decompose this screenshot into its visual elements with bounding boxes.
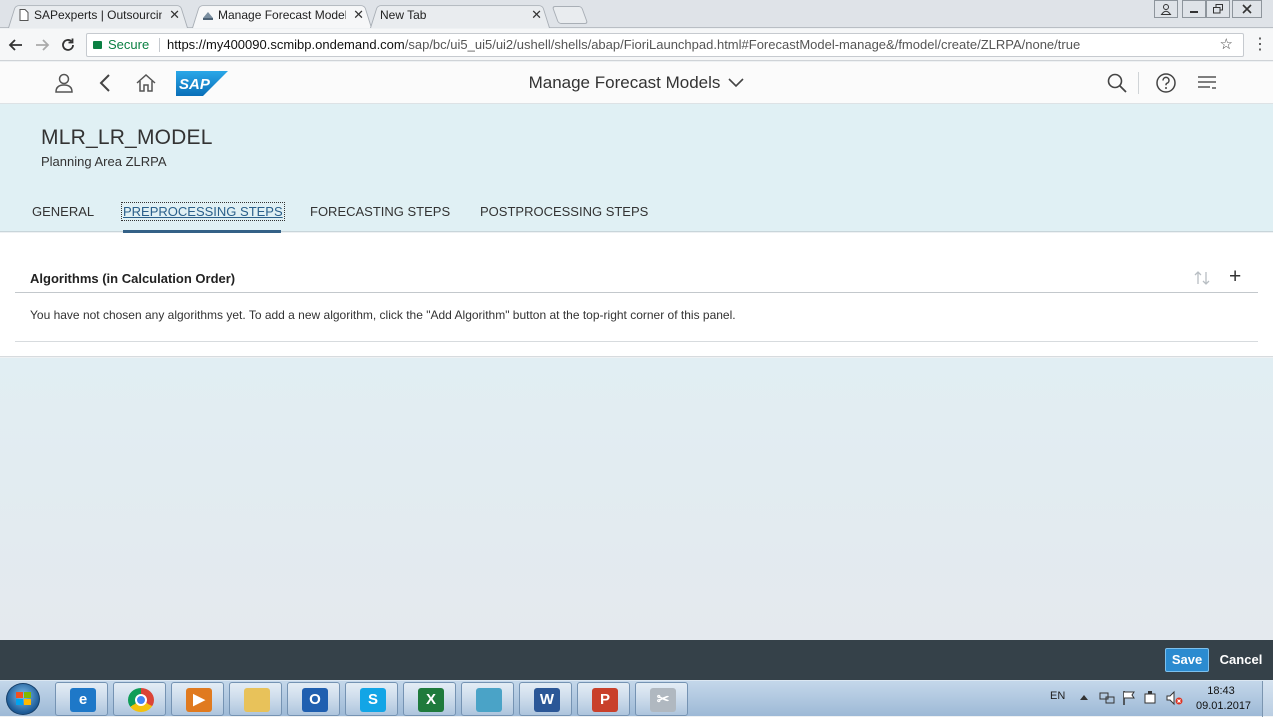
empty-list-message: You have not chosen any algorithms yet. … (30, 308, 736, 322)
close-icon[interactable]: ✕ (531, 3, 542, 27)
taskbar-chrome-button[interactable] (113, 682, 166, 716)
app-title: Manage Forecast Models (528, 73, 721, 92)
taskbar-word-button[interactable]: W (519, 682, 572, 716)
cancel-button[interactable]: Cancel (1217, 648, 1265, 672)
system-clock[interactable]: 18:43 09.01.2017 (1196, 684, 1251, 714)
media-player-icon: ▶ (186, 688, 212, 712)
browser-tab-manage-forecast-models[interactable]: Manage Forecast Models ✕ (192, 3, 372, 28)
restore-icon[interactable] (1206, 0, 1230, 18)
browser-menu-icon[interactable]: ⋮ (1252, 34, 1268, 54)
object-title: MLR_LR_MODEL (41, 126, 213, 149)
browser-tab-sapexperts[interactable]: SAPexperts | Outsourcing ✕ (8, 3, 188, 28)
chevron-down-icon (728, 78, 744, 88)
fiori-shell-bar: SAP Manage Forecast Models (0, 62, 1273, 104)
bookmark-star-icon[interactable]: ☆ (1220, 34, 1233, 56)
add-algorithm-button[interactable]: + (1229, 266, 1241, 287)
browser-tab-new-tab[interactable]: New Tab ✕ (370, 3, 550, 28)
taskbar-snipping-tool-button[interactable]: ✂ (635, 682, 688, 716)
taskbar-skype-button[interactable]: S (345, 682, 398, 716)
file-explorer-icon (244, 688, 270, 712)
footer-toolbar: Save Cancel (0, 640, 1273, 680)
tab-preprocessing-steps[interactable]: PREPROCESSING STEPS (121, 202, 285, 221)
start-button[interactable] (6, 683, 40, 715)
show-hidden-icons-icon[interactable] (1079, 693, 1089, 701)
page-icon (19, 9, 29, 21)
minimize-icon[interactable] (1182, 0, 1206, 18)
save-button[interactable]: Save (1165, 648, 1209, 672)
language-indicator[interactable]: EN (1050, 690, 1065, 702)
skype-icon: S (360, 688, 386, 712)
page-background (0, 358, 1273, 640)
powerpoint-icon: P (592, 688, 618, 712)
volume-muted-icon[interactable] (1165, 690, 1183, 706)
secure-indicator[interactable]: Secure (93, 34, 149, 56)
taskbar-media-player-button[interactable]: ▶ (171, 682, 224, 716)
excel-icon: X (418, 688, 444, 712)
browser-tab-strip: SAPexperts | Outsourcing ✕ Manage Foreca… (0, 0, 1273, 28)
fiori-tab-icon (203, 12, 213, 20)
taskbar-notes-button[interactable] (461, 682, 514, 716)
browser-tab-label: Manage Forecast Models (218, 8, 346, 22)
power-icon[interactable] (1143, 690, 1159, 706)
user-profile-icon[interactable] (1154, 0, 1178, 18)
taskbar-internet-explorer-button[interactable]: e (55, 682, 108, 716)
internet-explorer-icon: e (70, 688, 96, 712)
address-bar[interactable]: Secure https://my400090.scmibp.ondemand.… (86, 33, 1244, 57)
taskbar-file-explorer-button[interactable] (229, 682, 282, 716)
search-icon[interactable] (1106, 72, 1128, 94)
window-close-icon[interactable] (1232, 0, 1262, 18)
chrome-icon (128, 688, 154, 712)
url-text: https://my400090.scmibp.ondemand.com/sap… (167, 37, 1081, 52)
help-icon[interactable] (1155, 72, 1177, 94)
new-tab-button[interactable] (551, 6, 589, 24)
back-arrow-icon[interactable] (6, 35, 26, 55)
notifications-menu-icon[interactable] (1196, 72, 1218, 94)
show-desktop-button[interactable] (1262, 681, 1273, 717)
windows-taskbar: e ▶ O S X W P ✂ EN 18:43 09.01.2017 (0, 680, 1273, 717)
app-title-menu[interactable]: Manage Forecast Models (0, 73, 1273, 93)
word-icon: W (534, 688, 560, 712)
algorithms-panel: Algorithms (in Calculation Order) + You … (0, 233, 1273, 357)
lock-icon (93, 41, 102, 49)
action-center-flag-icon[interactable] (1121, 690, 1137, 706)
network-icon[interactable] (1099, 691, 1115, 705)
tab-postprocessing-steps[interactable]: POSTPROCESSING STEPS (480, 204, 648, 219)
outlook-icon: O (302, 688, 328, 712)
browser-tab-label: New Tab (380, 8, 427, 22)
taskbar-outlook-button[interactable]: O (287, 682, 340, 716)
windows-logo-icon (16, 692, 31, 705)
browser-toolbar: Secure https://my400090.scmibp.ondemand.… (0, 29, 1273, 61)
snipping-tool-icon: ✂ (650, 688, 676, 712)
tab-forecasting-steps[interactable]: FORECASTING STEPS (310, 204, 450, 219)
object-header: MLR_LR_MODEL Planning Area ZLRPA GENERAL… (0, 104, 1273, 233)
taskbar-powerpoint-button[interactable]: P (577, 682, 630, 716)
sort-icon[interactable] (1193, 269, 1211, 287)
object-subtitle: Planning Area ZLRPA (41, 154, 167, 169)
forward-arrow-icon[interactable] (32, 35, 52, 55)
reload-icon[interactable] (58, 35, 78, 55)
panel-title: Algorithms (in Calculation Order) (30, 271, 236, 286)
close-icon[interactable]: ✕ (169, 3, 180, 27)
notes-icon (476, 688, 502, 712)
close-icon[interactable]: ✕ (353, 3, 364, 27)
tab-general[interactable]: GENERAL (32, 204, 94, 219)
taskbar-excel-button[interactable]: X (403, 682, 456, 716)
browser-tab-label: SAPexperts | Outsourcing (34, 8, 162, 22)
